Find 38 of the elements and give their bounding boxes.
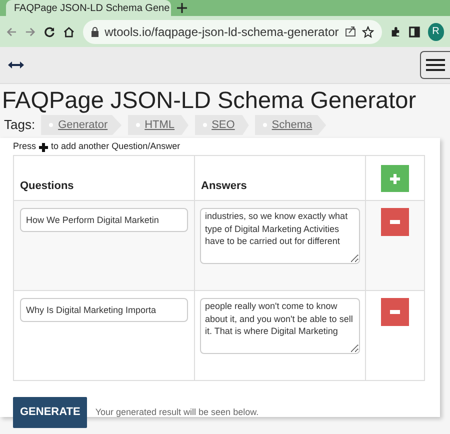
- double-arrow-icon[interactable]: [8, 61, 24, 69]
- browser-tab[interactable]: FAQPage JSON-LD Schema Gene: [6, 0, 171, 16]
- address-bar[interactable]: wtools.io/faqpage-json-ld-schema-generator: [82, 20, 382, 44]
- profile-avatar[interactable]: R: [428, 22, 444, 40]
- answer-field[interactable]: industries, so we know exactly what type of Digital Marketing Activities have to be carried out for different: [200, 208, 360, 264]
- generate-button[interactable]: GENERATE: [13, 397, 88, 428]
- minus-icon: [390, 310, 400, 314]
- menu-button[interactable]: [420, 51, 450, 79]
- column-header: Questions: [14, 156, 194, 201]
- back-arrow-icon[interactable]: [6, 26, 17, 38]
- share-icon[interactable]: [344, 26, 356, 37]
- sidebar-icon[interactable]: [408, 26, 420, 38]
- reload-icon[interactable]: [44, 26, 55, 38]
- tag-link[interactable]: HTML: [128, 114, 189, 136]
- answer-field[interactable]: people really won't come to know about it, and you won't be able to sell it. That is where Digital Marketing: [200, 298, 360, 354]
- puzzle-icon[interactable]: [390, 26, 401, 38]
- star-icon[interactable]: [362, 26, 374, 38]
- remove-button[interactable]: [381, 298, 409, 326]
- tags-label: Tags:: [4, 116, 36, 134]
- plus-icon: [390, 174, 400, 184]
- question-field[interactable]: How We Perform Digital Marketin: [20, 208, 188, 232]
- page-title: FAQPage JSON-LD Schema Generator: [1, 86, 418, 114]
- question-field[interactable]: Why Is Digital Marketing Importa: [20, 298, 188, 322]
- plus-icon[interactable]: [177, 3, 187, 13]
- plus-icon: [39, 142, 48, 152]
- lock-icon: [90, 26, 99, 36]
- hint-text: Press: [13, 140, 36, 154]
- hint-text: to add another Question/Answer: [51, 140, 180, 154]
- tag-link[interactable]: Generator: [41, 114, 122, 136]
- forward-arrow-icon[interactable]: [24, 26, 36, 38]
- home-icon[interactable]: [62, 26, 75, 38]
- tab-title: FAQPage JSON-LD Schema Gene: [14, 2, 170, 16]
- minus-icon: [390, 220, 400, 224]
- remove-button[interactable]: [381, 208, 409, 236]
- url-text: wtools.io/faqpage-json-ld-schema-generator: [104, 24, 339, 40]
- tag-link[interactable]: Schema: [254, 114, 326, 136]
- result-note: Your generated result will be seen below.: [95, 406, 259, 419]
- tag-link[interactable]: SEO: [194, 114, 249, 136]
